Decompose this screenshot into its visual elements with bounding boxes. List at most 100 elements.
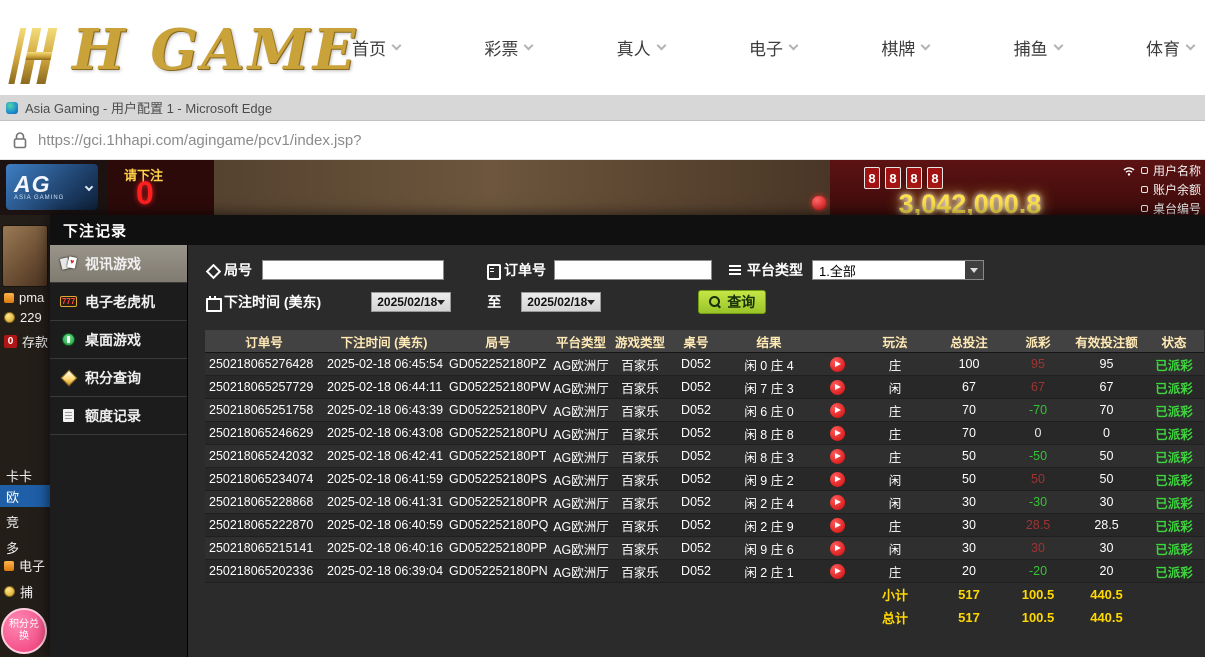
nav-item[interactable]: 真人 — [617, 35, 665, 60]
lobby-menu-item[interactable]: 多 — [6, 538, 19, 557]
cell-valid-bet: 20 — [1069, 564, 1144, 578]
replay-button[interactable] — [830, 541, 845, 556]
cell-round: GD052252180PV — [445, 403, 551, 417]
cell-payout: 50 — [1007, 472, 1069, 486]
cell-payout: -50 — [1007, 449, 1069, 463]
cell-valid-bet: 70 — [1069, 403, 1144, 417]
lobby-menu-item[interactable]: 电子 — [4, 556, 45, 575]
cell-play-type: 庄 — [859, 355, 931, 374]
nav-item[interactable]: 电子 — [749, 35, 797, 60]
replay-button[interactable] — [830, 426, 845, 441]
cell-replay — [815, 425, 859, 440]
replay-button[interactable] — [830, 495, 845, 510]
player-avatar[interactable] — [2, 225, 48, 287]
cell-order: 250218065234074 — [205, 472, 323, 486]
cell-payout: 28.5 — [1007, 518, 1069, 532]
round-number-input[interactable] — [262, 260, 444, 280]
sidebar-item[interactable]: 积分查询 — [50, 359, 187, 397]
cell-order: 250218065222870 — [205, 518, 323, 532]
lobby-menu-item[interactable]: 捕 — [4, 582, 33, 601]
url-text[interactable]: https://gci.1hhapi.com/agingame/pcv1/ind… — [38, 132, 362, 149]
replay-button[interactable] — [830, 403, 845, 418]
window-titlebar: Asia Gaming - 用户配置 1 - Microsoft Edge — [0, 95, 1205, 121]
wallet-icon — [1141, 186, 1148, 193]
order-number-input[interactable] — [554, 260, 712, 280]
table-row: 250218065246629 2025-02-18 06:43:08 GD05… — [205, 422, 1204, 445]
play-icon — [835, 407, 841, 413]
replay-button[interactable] — [830, 449, 845, 464]
site-logo[interactable]: H GAME — [8, 4, 358, 90]
nav-item[interactable]: 棋牌 — [881, 35, 929, 60]
cell-replay — [815, 494, 859, 509]
cell-status: 已派彩 — [1144, 355, 1204, 374]
lobby-menu-item[interactable]: 竞 — [6, 512, 19, 531]
cell-replay — [815, 402, 859, 417]
slots-mini-icon — [4, 561, 14, 571]
cell-table: D052 — [669, 564, 723, 578]
panel-sidebar: 视讯游戏 电子老虎机 桌面游戏 积分查询 额度记录 — [50, 245, 188, 657]
ag-logo[interactable]: AG ASIA GAMING — [6, 164, 98, 210]
platform-type-select[interactable]: 1.全部 — [812, 260, 984, 280]
balance-label: 账户余额 — [1153, 181, 1201, 198]
replay-button[interactable] — [830, 472, 845, 487]
chevron-down-icon — [789, 41, 799, 51]
order-number-icon — [485, 263, 499, 277]
nav-item[interactable]: 体育 — [1146, 35, 1194, 60]
replay-button[interactable] — [830, 380, 845, 395]
logo-emblem-icon — [8, 20, 72, 90]
site-header: H GAME 首页 彩票 真人 电子 棋牌 — [0, 0, 1205, 95]
search-icon — [709, 296, 721, 308]
replay-button[interactable] — [830, 518, 845, 533]
deposit-label: 存款 — [22, 332, 48, 351]
cell-time: 2025-02-18 06:41:59 — [323, 472, 445, 486]
cell-round: GD052252180PZ — [445, 357, 551, 371]
card: 8 — [906, 167, 922, 189]
replay-button[interactable] — [830, 564, 845, 579]
cell-valid-bet: 50 — [1069, 472, 1144, 486]
table-row: 250218065251758 2025-02-18 06:43:39 GD05… — [205, 399, 1204, 422]
play-icon — [835, 361, 841, 367]
cell-table: D052 — [669, 472, 723, 486]
wifi-icon — [1122, 165, 1136, 176]
cell-platform: AG欧洲厅 — [551, 493, 611, 512]
sidebar-item[interactable]: 电子老虎机 — [50, 283, 187, 321]
lobby-menu-item[interactable]: 欧 — [0, 485, 52, 507]
points-exchange-badge[interactable]: 积分兑换 — [1, 608, 47, 654]
cell-payout: -30 — [1007, 495, 1069, 509]
nav-item-label: 棋牌 — [881, 35, 915, 60]
table-row: 250218065257729 2025-02-18 06:44:11 GD05… — [205, 376, 1204, 399]
cell-round: GD052252180PQ — [445, 518, 551, 532]
date-from-select[interactable]: 2025/02/18 — [371, 292, 451, 312]
replay-button[interactable] — [830, 357, 845, 372]
cell-time: 2025-02-18 06:39:04 — [323, 564, 445, 578]
card: 8 — [927, 167, 943, 189]
lobby-menu-item[interactable]: 卡卡 — [6, 466, 32, 485]
cell-play-type: 庄 — [859, 516, 931, 535]
query-button[interactable]: 查询 — [698, 290, 766, 314]
cell-game: 百家乐 — [611, 516, 669, 535]
nav-item-label: 彩票 — [484, 35, 518, 60]
column-header: 结果 — [723, 332, 815, 351]
sidebar-item[interactable]: 额度记录 — [50, 397, 187, 435]
nav-item[interactable]: 首页 — [352, 35, 400, 60]
account-info-row: 账户余额 — [1141, 181, 1201, 198]
sidebar-item[interactable]: 视讯游戏 — [50, 245, 187, 283]
column-header: 玩法 — [859, 332, 931, 351]
cell-total-bet: 30 — [931, 495, 1007, 509]
sidebar-item[interactable]: 桌面游戏 — [50, 321, 187, 359]
deposit-button[interactable]: 0 存款 — [4, 332, 48, 351]
cell-result: 闲 2 庄 9 — [723, 516, 815, 535]
account-info: 用户名称 账户余额 桌台编号 — [1122, 162, 1201, 217]
cell-payout: 0 — [1007, 426, 1069, 440]
nav-item-label: 首页 — [352, 35, 386, 60]
address-bar[interactable]: https://gci.1hhapi.com/agingame/pcv1/ind… — [0, 121, 1205, 160]
date-to-select[interactable]: 2025/02/18 — [521, 292, 601, 312]
chevron-down-icon — [392, 41, 402, 51]
nav-item[interactable]: 捕鱼 — [1014, 35, 1062, 60]
nav-item[interactable]: 彩票 — [484, 35, 532, 60]
cell-status: 已派彩 — [1144, 562, 1204, 581]
cell-table: D052 — [669, 426, 723, 440]
lock-icon[interactable] — [13, 132, 27, 149]
cell-payout: -20 — [1007, 564, 1069, 578]
cell-payout: -70 — [1007, 403, 1069, 417]
